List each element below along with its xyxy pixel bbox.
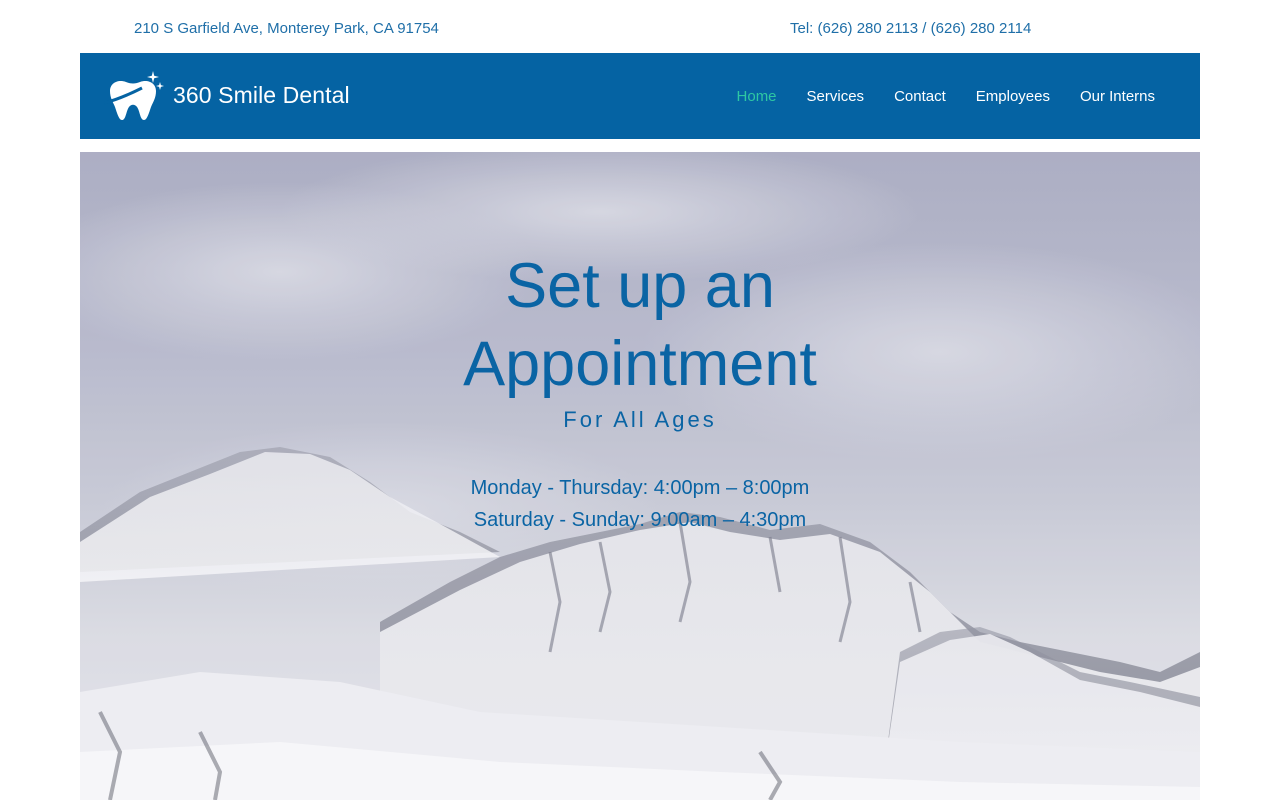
nav-our-interns[interactable]: Our Interns bbox=[1080, 88, 1155, 105]
hero-banner: Set up an Appointment For All Ages Monda… bbox=[80, 152, 1200, 800]
hours-weekdays: Monday - Thursday: 4:00pm – 8:00pm bbox=[470, 477, 810, 499]
nav-services[interactable]: Services bbox=[807, 88, 865, 105]
hero-title-line-1: Set up an bbox=[505, 251, 775, 321]
phone-text[interactable]: Tel: (626) 280 2113 / (626) 280 2114 bbox=[790, 20, 1031, 37]
main-navbar: 360 Smile Dental Home Services Contact E… bbox=[80, 53, 1200, 139]
hero-title-line-2: Appointment bbox=[463, 329, 817, 399]
hours-weekend: Saturday - Sunday: 9:00am – 4:30pm bbox=[473, 509, 807, 531]
brand-name: 360 Smile Dental bbox=[173, 81, 350, 108]
nav-contact[interactable]: Contact bbox=[894, 88, 946, 105]
tooth-sparkle-icon bbox=[104, 71, 164, 120]
nav-home[interactable]: Home bbox=[737, 88, 777, 105]
hero-subtitle: For All Ages bbox=[563, 407, 717, 432]
office-hours: Monday - Thursday: 4:00pm – 8:00pm Satur… bbox=[80, 472, 1200, 536]
contact-topbar: 210 S Garfield Ave, Monterey Park, CA 91… bbox=[0, 0, 1280, 53]
nav-employees[interactable]: Employees bbox=[976, 88, 1050, 105]
primary-nav: Home Services Contact Employees Our Inte… bbox=[707, 53, 1155, 139]
address-text: 210 S Garfield Ave, Monterey Park, CA 91… bbox=[134, 20, 439, 37]
hero-title: Set up an Appointment bbox=[80, 247, 1200, 403]
brand-link[interactable]: 360 Smile Dental bbox=[104, 67, 350, 123]
